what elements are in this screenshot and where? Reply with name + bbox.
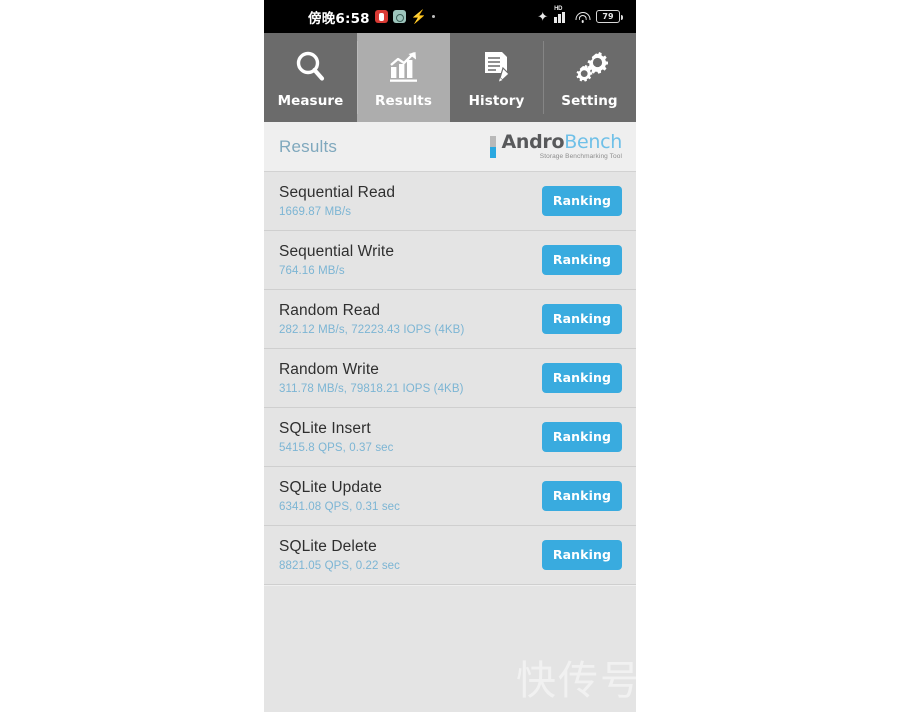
cellular-signal-icon: HD [554,6,569,23]
logo-andro: Andro [501,130,565,153]
status-bar: 傍晚6:58 ⚡ ✦ HD 79 [264,0,636,33]
battery-icon: 79 [596,10,623,23]
phone-screenshot: 傍晚6:58 ⚡ ✦ HD 79 Measure Results History… [264,0,636,712]
red-app-icon [374,10,388,23]
magnifier-icon [291,47,331,87]
logo-mark-icon [490,135,497,158]
row-title: SQLite Update [279,479,382,496]
row-value: 6341.08 QPS, 0.31 sec [279,501,401,513]
tab-measure-label: Measure [277,92,344,109]
androbench-logo: AndroBench Storage Benchmarking Tool [490,130,622,161]
row-texts: Sequential Read 1669.87 MB/s [279,184,395,218]
row-texts: Sequential Write 764.16 MB/s [279,243,394,277]
ranking-button[interactable]: Ranking [541,186,622,216]
tab-setting-label: Setting [561,92,618,109]
main-tab-bar: Measure Results History Setting [264,33,636,122]
row-value: 764.16 MB/s [279,265,345,277]
row-value: 282.12 MB/s, 72223.43 IOPS (4KB) [279,324,465,336]
watermark: 快传号 [516,658,636,704]
status-bar-left: 傍晚6:58 ⚡ [274,7,435,27]
tab-history[interactable]: History [450,33,543,122]
wifi-icon [575,11,590,23]
row-texts: SQLite Update 6341.08 QPS, 0.31 sec [279,479,400,513]
logo-bench: Bench [564,130,622,153]
table-row[interactable]: Random Read 282.12 MB/s, 72223.43 IOPS (… [264,290,636,350]
ranking-button[interactable]: Ranking [541,481,622,511]
row-value: 1669.87 MB/s [279,206,352,218]
page-title: Results [279,136,338,156]
table-row[interactable]: SQLite Update 6341.08 QPS, 0.31 sec Rank… [264,467,636,527]
ranking-button[interactable]: Ranking [541,540,622,570]
hd-network-label: HD [554,5,563,12]
tab-results[interactable]: Results [357,33,450,122]
bluetooth-icon: ✦ [537,9,549,24]
logo-wordmark: AndroBench [501,130,622,153]
bar-chart-icon [384,47,424,87]
gears-icon [570,47,610,87]
row-title: Sequential Read [279,184,396,201]
logo-tagline: Storage Benchmarking Tool [539,152,622,160]
table-row[interactable]: SQLite Delete 8821.05 QPS, 0.22 sec Rank… [264,526,636,586]
document-pencil-icon [477,47,517,87]
row-title: Sequential Write [279,243,395,260]
row-value: 311.78 MB/s, 79818.21 IOPS (4KB) [279,383,464,395]
row-title: SQLite Insert [279,420,371,437]
ranking-button[interactable]: Ranking [541,422,622,452]
table-row[interactable]: Random Write 311.78 MB/s, 79818.21 IOPS … [264,349,636,409]
ranking-button[interactable]: Ranking [541,363,622,393]
row-texts: SQLite Delete 8821.05 QPS, 0.22 sec [279,538,400,572]
status-bar-right: ✦ HD 79 [537,6,626,24]
battery-level: 79 [602,11,614,21]
table-row[interactable]: SQLite Insert 5415.8 QPS, 0.37 sec Ranki… [264,408,636,468]
row-title: Random Write [279,361,379,378]
ranking-button[interactable]: Ranking [541,245,622,275]
tab-measure[interactable]: Measure [264,33,357,122]
ranking-button[interactable]: Ranking [541,304,622,334]
row-value: 5415.8 QPS, 0.37 sec [279,442,394,454]
row-texts: SQLite Insert 5415.8 QPS, 0.37 sec [279,420,394,454]
logo-text: AndroBench Storage Benchmarking Tool [501,130,622,161]
teal-app-icon [392,10,406,23]
table-row[interactable]: Sequential Write 764.16 MB/s Ranking [264,231,636,291]
status-clock: 傍晚6:58 [308,10,370,27]
screenshot-canvas: 傍晚6:58 ⚡ ✦ HD 79 Measure Results History… [0,0,900,712]
row-texts: Random Read 282.12 MB/s, 72223.43 IOPS (… [279,302,464,336]
row-title: SQLite Delete [279,538,377,555]
results-list: Sequential Read 1669.87 MB/s Ranking Seq… [264,172,636,586]
sync-bolt-icon: ⚡ [410,9,427,24]
table-row[interactable]: Sequential Read 1669.87 MB/s Ranking [264,172,636,232]
row-title: Random Read [279,302,381,319]
tab-history-label: History [468,92,525,109]
row-texts: Random Write 311.78 MB/s, 79818.21 IOPS … [279,361,464,395]
tab-setting[interactable]: Setting [543,33,636,122]
dot-icon [431,15,435,18]
tab-results-label: Results [374,92,432,109]
results-header: Results AndroBench Storage Benchmarking … [264,122,636,172]
row-value: 8821.05 QPS, 0.22 sec [279,560,401,572]
